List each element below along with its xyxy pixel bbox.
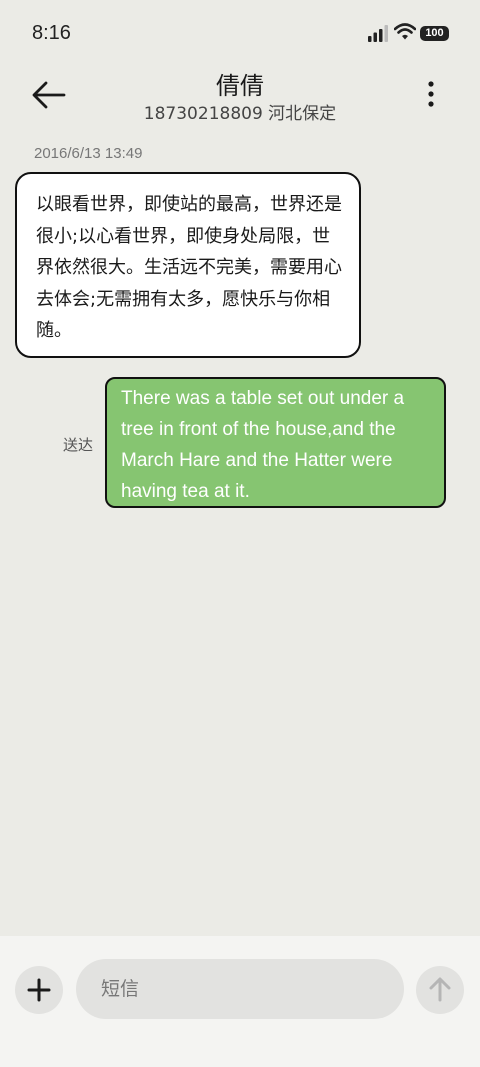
send-button[interactable] [416, 966, 464, 1014]
delivery-status: 送达 [63, 436, 94, 454]
add-attachment-button[interactable] [15, 966, 63, 1014]
more-vertical-icon [428, 81, 434, 107]
plus-icon [27, 978, 51, 1002]
message-timestamp: 2016/6/13 13:49 [34, 145, 143, 162]
conversation-header: 倩倩 18730218809 河北保定 [0, 66, 480, 128]
arrow-up-icon [429, 977, 451, 1002]
wifi-icon [394, 22, 416, 42]
signal-icon [368, 25, 390, 42]
contact-name: 倩倩 [216, 72, 264, 100]
status-time: 8:16 [32, 22, 71, 44]
message-input[interactable]: 短信 [76, 959, 404, 1019]
contact-subtitle: 18730218809 河北保定 [143, 104, 337, 124]
battery-icon: 100 [420, 26, 449, 41]
compose-bar: 短信 [0, 936, 480, 1067]
incoming-message-bubble[interactable]: 以眼看世界，即使站的最高，世界还是很小;以心看世界，即使身处局限，世界依然很大。… [15, 172, 361, 358]
status-bar: 8:16 100 [0, 0, 480, 66]
more-options-button[interactable] [418, 78, 444, 112]
outgoing-message-bubble[interactable]: There was a table set out under a tree i… [105, 377, 446, 508]
